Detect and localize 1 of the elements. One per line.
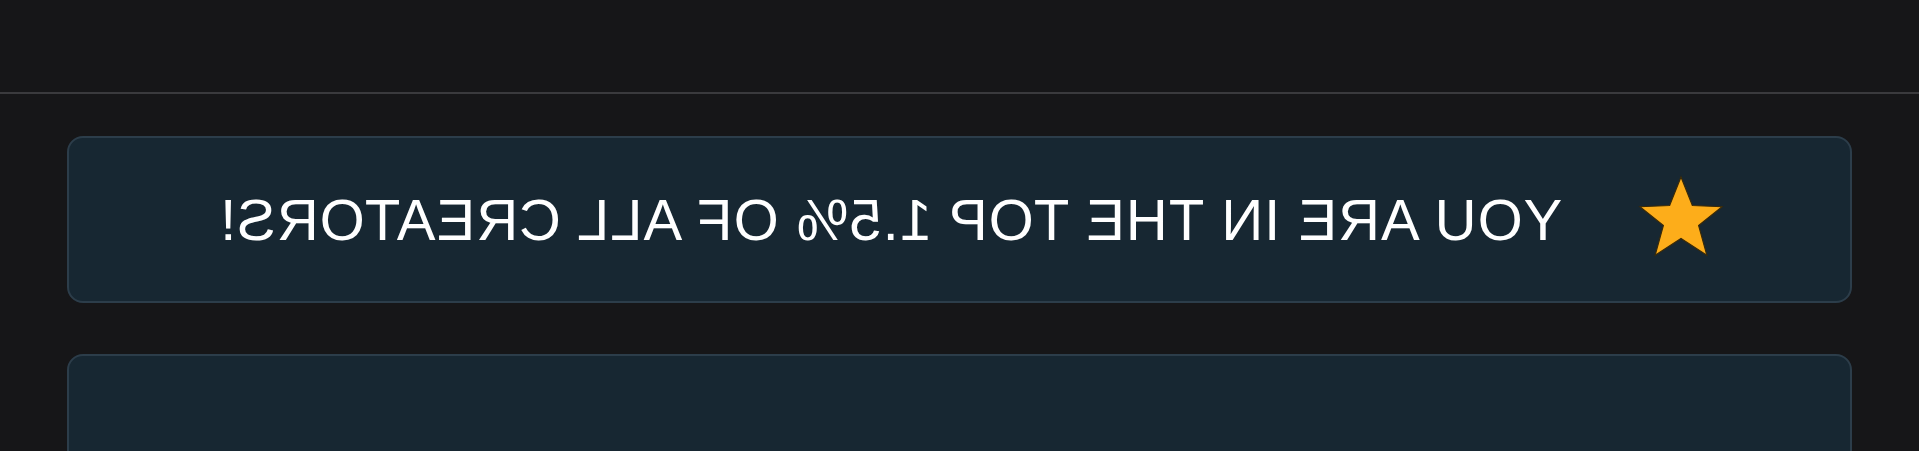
banner-text: YOU ARE IN THE TOP 1.5% OF ALL CREATORS! (218, 186, 1562, 254)
